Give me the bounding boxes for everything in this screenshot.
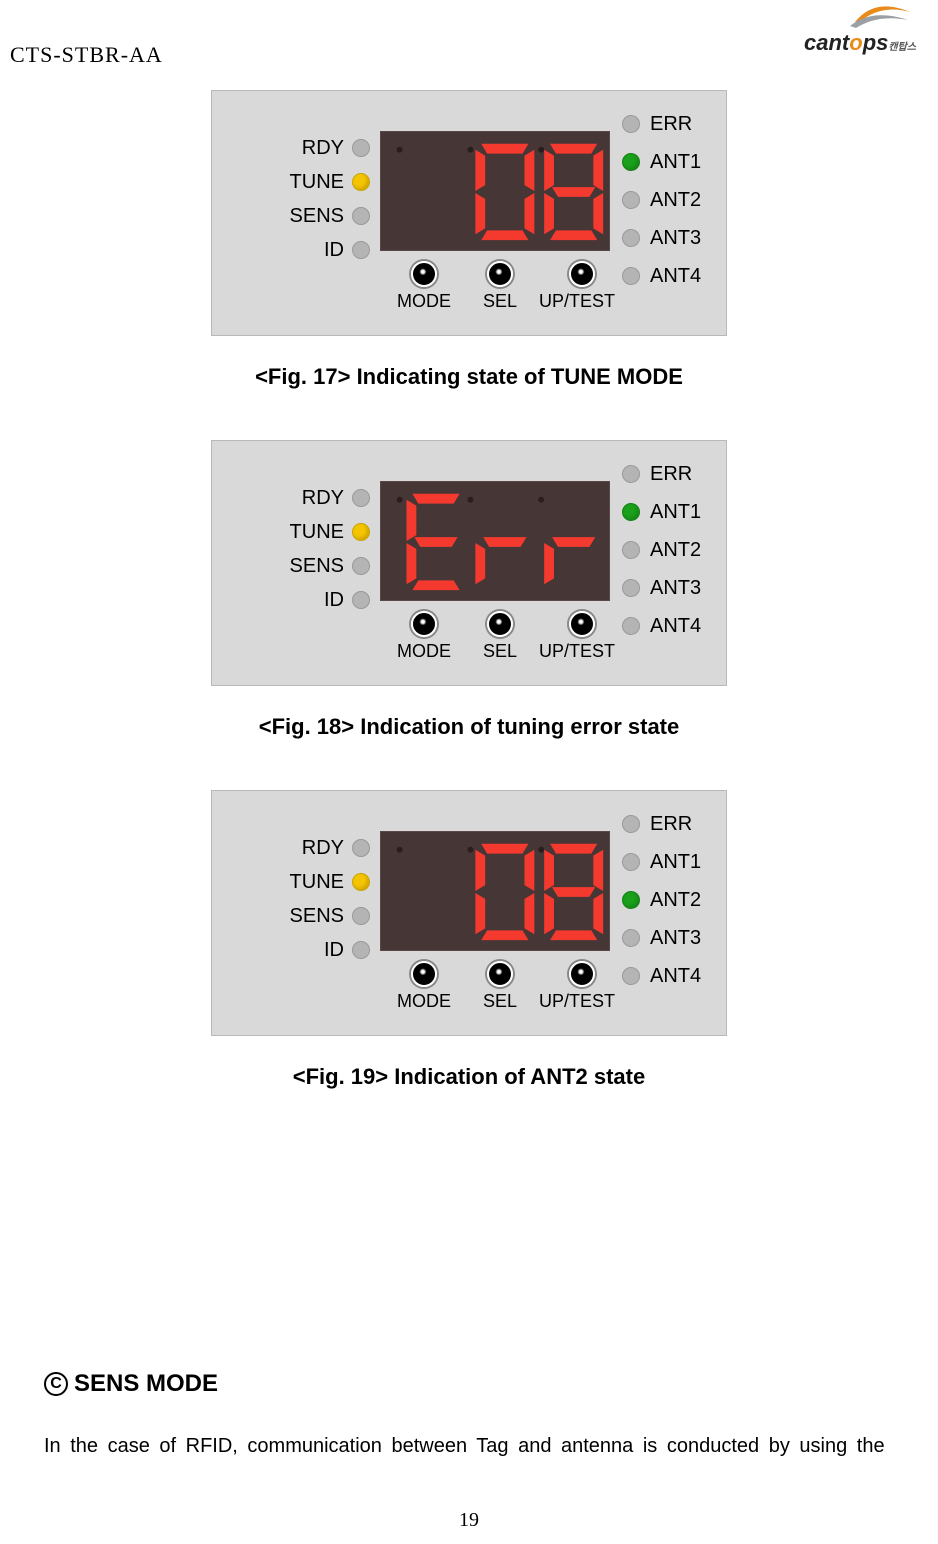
device-panel-fig17: RDY TUNE SENS ID [211, 90, 727, 336]
sel-button[interactable] [487, 261, 513, 287]
device-panel-fig18: RDY TUNE SENS ID [211, 440, 727, 686]
right-led-column: ERR ANT1 ANT2 ANT3 ANT4 [622, 805, 722, 995]
led-sens [352, 557, 370, 575]
led-tune [352, 173, 370, 191]
section-marker-icon: C [44, 1372, 68, 1396]
led-err [622, 465, 640, 483]
led-ant4 [622, 267, 640, 285]
led-label-ant4: ANT4 [650, 265, 701, 288]
left-led-column: RDY TUNE SENS ID [222, 831, 370, 967]
led-rdy [352, 839, 370, 857]
led-id [352, 941, 370, 959]
figure-18-caption: <Fig. 18> Indication of tuning error sta… [211, 714, 727, 740]
left-led-column: RDY TUNE SENS ID [222, 131, 370, 267]
led-ant2 [622, 191, 640, 209]
uptest-button[interactable] [569, 261, 595, 287]
led-label-tune: TUNE [290, 171, 344, 194]
led-ant4 [622, 967, 640, 985]
left-led-column: RDY TUNE SENS ID [222, 481, 370, 617]
sel-button[interactable] [487, 611, 513, 637]
device-panel-fig19: RDY TUNE SENS ID [211, 790, 727, 1036]
led-label-ant2: ANT2 [650, 189, 701, 212]
led-ant2 [622, 891, 640, 909]
button-row: MODE SEL UP/TEST [397, 961, 615, 1012]
mode-button-label: MODE [397, 291, 451, 312]
led-id [352, 241, 370, 259]
logo: cantops캔탑스 [800, 2, 920, 54]
figure-19-caption: <Fig. 19> Indication of ANT2 state [211, 1064, 727, 1090]
led-tune [352, 523, 370, 541]
led-sens [352, 207, 370, 225]
figure-17-caption: <Fig. 17> Indicating state of TUNE MODE [211, 364, 727, 390]
led-sens [352, 907, 370, 925]
sel-button[interactable] [487, 961, 513, 987]
mode-button[interactable] [411, 611, 437, 637]
page-number: 19 [0, 1509, 938, 1532]
led-ant1 [622, 503, 640, 521]
uptest-button-label: UP/TEST [539, 291, 615, 312]
led-label-id: ID [324, 239, 344, 262]
section-c-heading: C SENS MODE [44, 1370, 218, 1398]
button-row: MODE SEL UP/TEST [397, 611, 615, 662]
body-paragraph: In the case of RFID, communication betwe… [44, 1430, 894, 1462]
seven-segment-display [380, 481, 610, 601]
sel-button-label: SEL [483, 291, 517, 312]
led-rdy [352, 489, 370, 507]
doc-code: CTS-STBR-AA [10, 42, 163, 68]
right-led-column: ERR ANT1 ANT2 ANT3 ANT4 [622, 455, 722, 645]
led-label-sens: SENS [290, 205, 344, 228]
led-ant3 [622, 229, 640, 247]
led-ant1 [622, 153, 640, 171]
page-header: CTS-STBR-AA cantops캔탑스 [0, 0, 938, 80]
led-label-rdy: RDY [302, 137, 344, 160]
led-label-err: ERR [650, 113, 692, 136]
logo-text: cantops캔탑스 [800, 32, 920, 54]
uptest-button[interactable] [569, 611, 595, 637]
mode-button[interactable] [411, 961, 437, 987]
led-ant2 [622, 541, 640, 559]
led-ant3 [622, 929, 640, 947]
section-c-title: SENS MODE [74, 1370, 218, 1398]
led-err [622, 115, 640, 133]
led-id [352, 591, 370, 609]
led-err [622, 815, 640, 833]
led-ant1 [622, 853, 640, 871]
logo-swoosh-icon [800, 2, 920, 32]
led-ant4 [622, 617, 640, 635]
led-rdy [352, 139, 370, 157]
led-label-ant1: ANT1 [650, 151, 701, 174]
uptest-button[interactable] [569, 961, 595, 987]
led-label-ant3: ANT3 [650, 227, 701, 250]
right-led-column: ERR ANT1 ANT2 ANT3 ANT4 [622, 105, 722, 295]
led-tune [352, 873, 370, 891]
seven-segment-display [380, 131, 610, 251]
led-ant3 [622, 579, 640, 597]
mode-button[interactable] [411, 261, 437, 287]
button-row: MODE SEL UP/TEST [397, 261, 615, 312]
seven-segment-display [380, 831, 610, 951]
